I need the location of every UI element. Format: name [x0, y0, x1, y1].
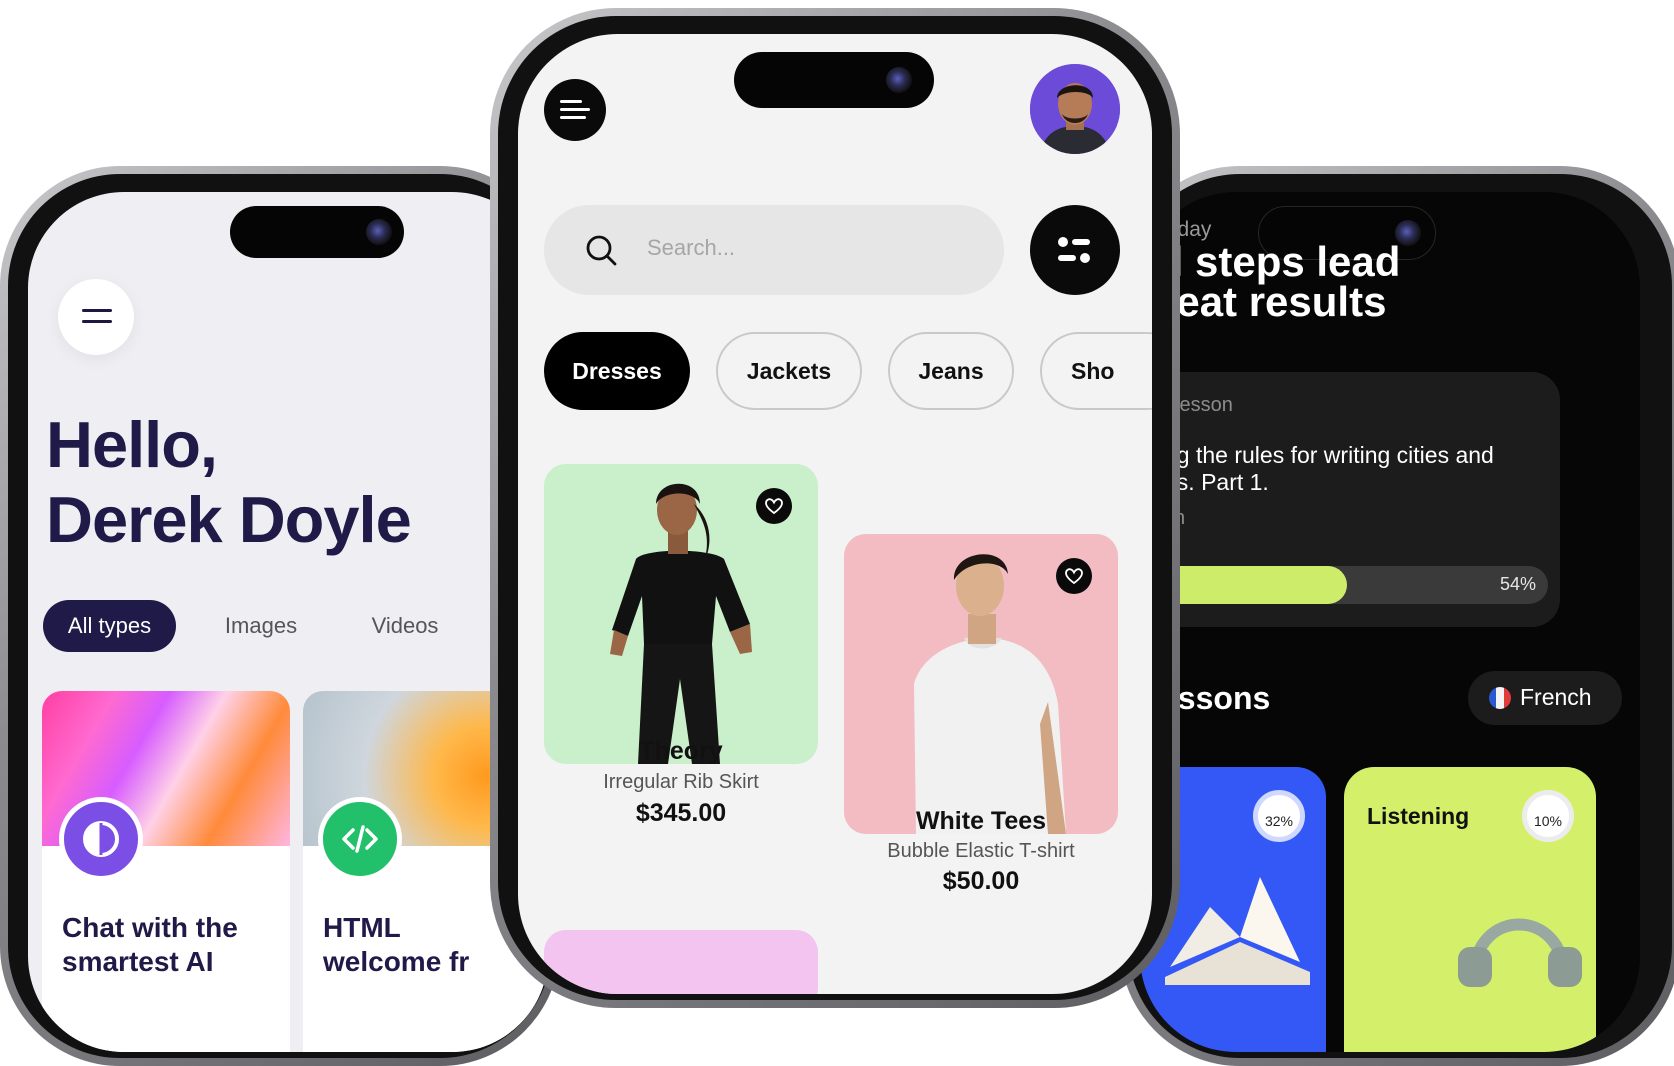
search-bar[interactable]: Search... — [544, 205, 1004, 295]
france-flag-icon — [1489, 687, 1511, 709]
filter-images[interactable]: Images — [206, 600, 316, 652]
card-title-line2: welcome fr — [323, 946, 470, 977]
favorite-button[interactable] — [1056, 558, 1092, 594]
lesson-title-line2: es. Part 1. — [1164, 469, 1269, 495]
product-card-image[interactable] — [544, 464, 818, 764]
tile-label: Listening — [1367, 803, 1470, 829]
headline-line2: reat results — [1160, 278, 1387, 325]
filter-button[interactable] — [1030, 205, 1120, 295]
menu-icon-line — [560, 116, 586, 119]
product-subtitle: Irregular Rib Skirt — [603, 771, 759, 793]
lesson-title-line1: ng the rules for writing cities and — [1164, 442, 1494, 468]
listening-tile[interactable]: Listening 10% — [1344, 767, 1596, 1052]
language-button-label: French — [1520, 684, 1592, 710]
tile-progress-ring: 10% — [1522, 790, 1574, 842]
filter-all-types[interactable]: All types — [43, 600, 176, 652]
greeting-name: Derek Doyle — [46, 483, 412, 556]
tile-progress-ring: 32% — [1253, 790, 1305, 842]
search-input[interactable]: Search... — [647, 235, 735, 261]
menu-button[interactable] — [544, 79, 606, 141]
camera-icon — [366, 219, 392, 245]
card-title: Chat with the smartest AI — [62, 911, 238, 979]
heart-icon — [765, 498, 783, 515]
menu-icon-line — [560, 108, 590, 111]
card-title-line2: smartest AI — [62, 946, 214, 977]
greeting: Hello, Derek Doyle — [46, 407, 412, 557]
user-photo — [1030, 64, 1120, 154]
left-phone-screen: Hello, Derek Doyle All types Images Vide… — [28, 192, 548, 1052]
menu-button[interactable] — [58, 279, 134, 355]
product-subtitle: Bubble Elastic T-shirt — [887, 840, 1075, 862]
avatar[interactable] — [1030, 64, 1120, 154]
lesson-progress-label: 54% — [1499, 574, 1536, 594]
chat-card[interactable]: Chat with the smartest AI — [42, 691, 290, 1052]
product-price: $50.00 — [942, 867, 1020, 895]
camera-icon — [886, 67, 912, 93]
language-button[interactable]: French — [1468, 671, 1622, 725]
lesson-title: ng the rules for writing cities and es. … — [1164, 442, 1494, 496]
product-name: Theory — [639, 737, 723, 765]
headline: ll steps lead reat results — [1160, 238, 1401, 325]
card-title-line1: HTML — [323, 912, 401, 943]
product-price: $345.00 — [635, 799, 727, 827]
product-card-image[interactable] — [544, 930, 818, 994]
category-dresses[interactable]: Dresses — [544, 332, 690, 410]
center-phone-screen: Search... Dresses Jackets Jeans Sho Theo… — [518, 34, 1152, 994]
favorite-button[interactable] — [756, 488, 792, 524]
product-card-image[interactable] — [844, 534, 1118, 834]
dynamic-island — [230, 206, 404, 258]
card-title: HTML welcome fr — [323, 911, 469, 979]
hamburger-icon-line — [82, 320, 112, 323]
product-name: White Tees — [915, 807, 1047, 835]
code-icon — [318, 797, 402, 881]
heart-icon — [1065, 568, 1083, 585]
dynamic-island — [734, 52, 934, 108]
category-shoes[interactable]: Sho — [1040, 332, 1152, 410]
menu-icon — [560, 100, 582, 103]
hamburger-icon — [82, 309, 112, 312]
filter-icon — [1058, 237, 1090, 263]
half-circle-icon — [59, 797, 143, 881]
headphones-icon — [1458, 918, 1582, 987]
right-phone-screen: e day ll steps lead reat results t lesso… — [1140, 192, 1640, 1052]
headline-line1: ll steps lead — [1160, 238, 1401, 285]
filter-videos[interactable]: Videos — [350, 600, 460, 652]
lesson-progress-bar: 54% — [1140, 566, 1548, 604]
greeting-line1: Hello, — [46, 408, 218, 481]
card-title-line1: Chat with the — [62, 912, 238, 943]
search-icon — [586, 235, 617, 266]
category-jackets[interactable]: Jackets — [716, 332, 862, 410]
category-jeans[interactable]: Jeans — [888, 332, 1014, 410]
